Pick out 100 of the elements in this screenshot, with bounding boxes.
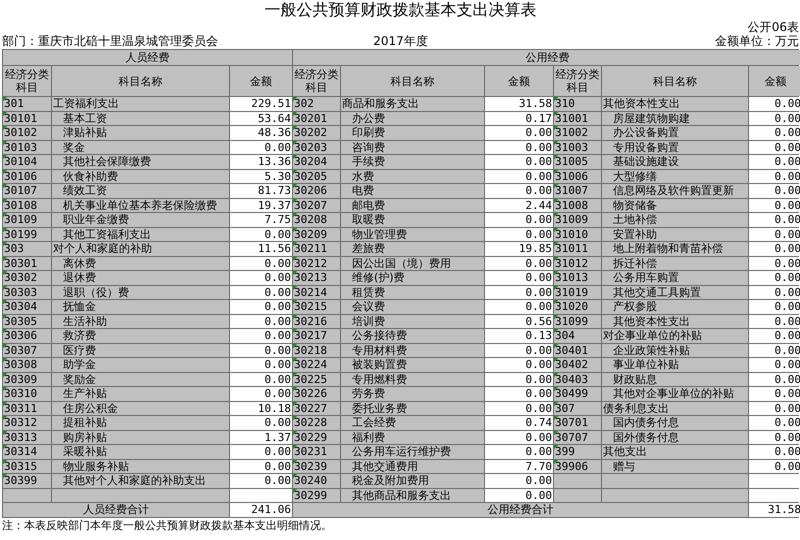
total-amount: 31.58 <box>749 503 800 516</box>
code-cell: 30209 <box>293 228 340 241</box>
total-amount: 241.06 <box>230 503 292 516</box>
item-name-cell: 抚恤金 <box>52 300 229 314</box>
item-name-cell: 咨询费 <box>341 140 484 154</box>
item-name-cell: 国内债务付息 <box>602 416 748 430</box>
amount-cell: 0.00 <box>749 314 800 328</box>
item-name-cell: 福利费 <box>341 430 484 444</box>
item-name-cell: 手续费 <box>341 155 484 168</box>
item-name-cell: 土地补偿 <box>602 213 748 226</box>
item-name-cell: 机关事业单位基本养老保险缴费 <box>52 198 229 212</box>
item-name-cell: 事业单位补贴 <box>602 358 748 372</box>
amount-cell: 0.00 <box>230 300 292 314</box>
total-label: 人员经费合计 <box>3 503 229 516</box>
code-cell: 30217 <box>293 329 340 342</box>
item-name-cell: 退休费 <box>52 271 229 284</box>
code-cell: 307 <box>554 402 601 415</box>
amount-cell: 0.00 <box>485 228 553 241</box>
code-cell: 31013 <box>554 271 601 284</box>
code-cell: 31006 <box>554 170 601 183</box>
item-name-cell: 物资储备 <box>602 198 748 212</box>
amount-cell: 0.17 <box>485 112 553 125</box>
amount-cell: 10.18 <box>230 402 292 415</box>
amount-cell: 0.00 <box>749 213 800 226</box>
column-header: 经济分类科目 <box>3 66 51 96</box>
item-name-cell: 其他交通工具购置 <box>602 286 748 299</box>
code-cell: 31001 <box>554 112 601 125</box>
code-cell: 30108 <box>3 198 51 212</box>
item-name-cell: 其他社会保障缴费 <box>52 155 229 168</box>
column-group-header: 公用经费 <box>293 50 800 65</box>
item-name-cell: 专用设备购置 <box>602 140 748 154</box>
code-cell: 30204 <box>293 155 340 168</box>
amount-cell: 0.00 <box>230 329 292 342</box>
item-name-cell: 其他资本性支出 <box>602 97 748 110</box>
item-name-cell: 基本工资 <box>52 112 229 125</box>
item-name-cell: 物业管理费 <box>341 228 484 241</box>
item-name-cell: 其他交通费用 <box>341 460 484 473</box>
amount-cell: 0.74 <box>485 416 553 430</box>
code-cell: 30707 <box>554 430 601 444</box>
item-name-cell: 维修(护)费 <box>341 271 484 284</box>
code-cell: 304 <box>554 329 601 342</box>
item-name-cell: 绩效工资 <box>52 184 229 198</box>
item-name-cell: 会议费 <box>341 300 484 314</box>
item-name-cell: 其他对个人和家庭的补助支出 <box>52 474 229 488</box>
item-name-cell: 对个人和家庭的补助 <box>52 242 229 256</box>
code-cell: 30224 <box>293 358 340 372</box>
code-cell: 31012 <box>554 256 601 270</box>
amount-cell: 0.00 <box>485 358 553 372</box>
code-cell: 30214 <box>293 286 340 299</box>
code-cell: 30216 <box>293 314 340 328</box>
amount-cell: 0.00 <box>230 271 292 284</box>
code-cell: 302 <box>293 97 340 110</box>
code-cell: 30228 <box>293 416 340 430</box>
code-cell: 31007 <box>554 184 601 198</box>
amount-cell: 0.00 <box>749 430 800 444</box>
item-name-cell: 被装购置费 <box>341 358 484 372</box>
code-cell: 30307 <box>3 344 51 357</box>
item-name-cell: 公务用车购置 <box>602 271 748 284</box>
amount-cell: 0.00 <box>485 170 553 183</box>
unit-label: 金额单位：万元 <box>715 34 799 48</box>
code-cell: 30305 <box>3 314 51 328</box>
column-header: 科目名称 <box>52 66 229 96</box>
amount-cell: 0.00 <box>749 170 800 183</box>
amount-cell: 0.00 <box>485 344 553 357</box>
amount-cell: 0.00 <box>485 286 553 299</box>
item-name-cell: 房屋建筑物购建 <box>602 112 748 125</box>
code-cell: 30314 <box>3 445 51 458</box>
amount-cell: 0.00 <box>749 402 800 415</box>
code-cell: 30229 <box>293 430 340 444</box>
amount-cell: 0.00 <box>749 416 800 430</box>
item-name-cell: 物业服务补贴 <box>52 460 229 473</box>
table-cell <box>554 474 601 488</box>
amount-cell: 0.00 <box>749 387 800 400</box>
item-name-cell: 因公出国（境）费用 <box>341 256 484 270</box>
column-header: 经济分类科目 <box>293 66 340 96</box>
code-cell: 30103 <box>3 140 51 154</box>
item-name-cell: 办公费 <box>341 112 484 125</box>
code-cell: 31010 <box>554 228 601 241</box>
amount-cell: 1.37 <box>230 430 292 444</box>
total-label: 公用经费合计 <box>293 503 748 516</box>
amount-cell: 0.00 <box>749 184 800 198</box>
code-cell: 30203 <box>293 140 340 154</box>
table-cell <box>749 474 800 488</box>
amount-cell: 0.00 <box>485 488 553 502</box>
amount-cell: 0.00 <box>485 256 553 270</box>
amount-cell: 0.00 <box>230 256 292 270</box>
code-cell: 30213 <box>293 271 340 284</box>
item-name-cell: 对企事业单位的补贴 <box>602 329 748 342</box>
code-cell: 30311 <box>3 402 51 415</box>
code-cell: 30402 <box>554 358 601 372</box>
amount-cell: 0.00 <box>485 402 553 415</box>
item-name-cell: 公务用车运行维护费 <box>341 445 484 458</box>
code-cell: 30301 <box>3 256 51 270</box>
item-name-cell: 公务接待费 <box>341 329 484 342</box>
amount-cell: 0.00 <box>749 242 800 256</box>
item-name-cell: 劳务费 <box>341 387 484 400</box>
item-name-cell: 救济费 <box>52 329 229 342</box>
amount-cell: 0.00 <box>749 97 800 110</box>
code-cell: 30239 <box>293 460 340 473</box>
code-cell: 31019 <box>554 286 601 299</box>
